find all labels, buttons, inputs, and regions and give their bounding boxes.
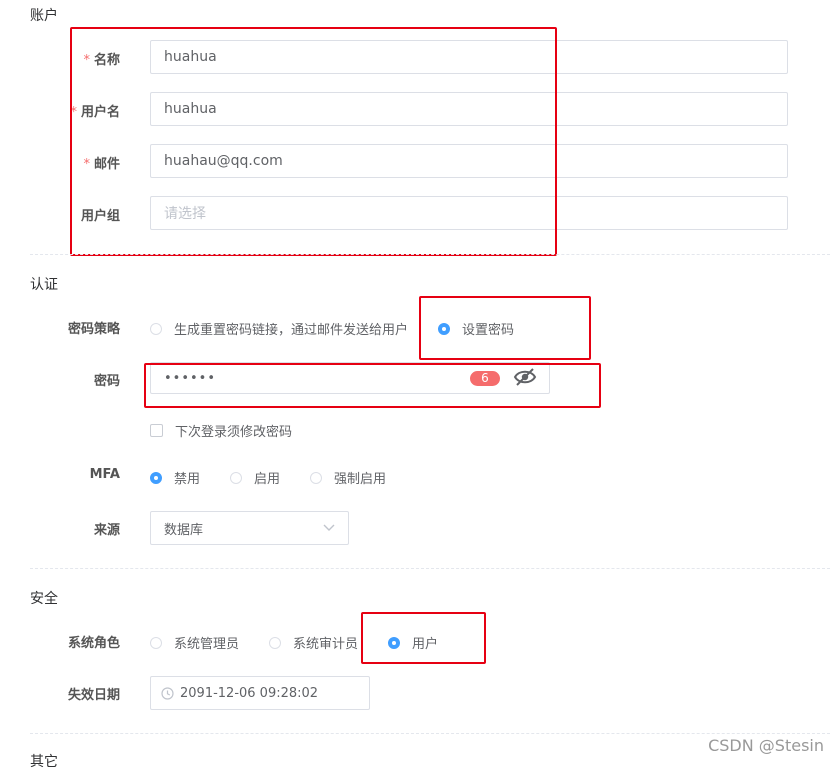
radio-mfa-forced[interactable]: 强制启用 xyxy=(310,468,386,487)
radio-policy-set-label: 设置密码 xyxy=(462,323,515,338)
clock-icon xyxy=(161,686,174,700)
username-input[interactable]: huahua xyxy=(150,92,788,126)
radio-circle xyxy=(230,471,242,484)
radio-role-admin-label: 系统管理员 xyxy=(174,637,240,652)
name-label-text: 名称 xyxy=(93,53,120,68)
password-label: 密码 xyxy=(93,374,120,389)
radio-policy-set[interactable]: 设置密码 xyxy=(438,319,514,338)
divider xyxy=(30,733,830,734)
required-mark: * xyxy=(83,157,90,172)
expire-date-value: 2091-12-06 09:28:02 xyxy=(180,685,319,701)
name-label: * 名称 xyxy=(40,49,120,68)
email-input[interactable]: huahau@qq.com xyxy=(150,144,788,178)
email-label-text: 邮件 xyxy=(93,157,120,172)
section-title-account: 账户 xyxy=(30,8,58,24)
divider xyxy=(30,568,830,569)
radio-mfa-enabled-label: 启用 xyxy=(254,472,281,487)
source-label: 来源 xyxy=(93,523,120,538)
group-select[interactable]: 请选择 xyxy=(150,196,788,230)
section-title-security: 安全 xyxy=(30,591,58,607)
source-select[interactable]: 数据库 xyxy=(150,511,349,545)
username-label-text: 用户名 xyxy=(80,105,120,120)
name-input-value: huahua xyxy=(164,49,217,65)
password-policy-label: 密码策略 xyxy=(67,322,120,337)
radio-role-user[interactable]: 用户 xyxy=(388,633,438,652)
eye-off-icon[interactable] xyxy=(513,366,537,388)
username-label: * 用户名 xyxy=(40,101,120,120)
radio-circle xyxy=(269,636,281,649)
chevron-down-icon xyxy=(323,520,335,536)
radio-mfa-enabled[interactable]: 启用 xyxy=(230,468,280,487)
source-select-value: 数据库 xyxy=(164,522,204,538)
radio-policy-link-label: 生成重置密码链接，通过邮件发送给用户 xyxy=(174,323,409,338)
checkbox-box xyxy=(150,424,163,437)
radio-circle xyxy=(150,322,162,335)
email-label: * 邮件 xyxy=(40,153,120,172)
must-change-password-label: 下次登录须修改密码 xyxy=(175,425,293,440)
divider xyxy=(30,254,830,255)
group-label: 用户组 xyxy=(80,209,120,224)
mfa-label: MFA xyxy=(89,467,120,482)
radio-mfa-disabled-label: 禁用 xyxy=(174,472,201,487)
radio-circle xyxy=(150,636,162,649)
group-select-placeholder: 请选择 xyxy=(164,206,206,222)
required-mark: * xyxy=(70,105,77,120)
radio-role-auditor[interactable]: 系统审计员 xyxy=(269,633,358,652)
radio-role-admin[interactable]: 系统管理员 xyxy=(150,633,239,652)
watermark: CSDN @Stesin xyxy=(708,736,824,755)
radio-circle-checked xyxy=(388,636,400,649)
radio-mfa-disabled[interactable]: 禁用 xyxy=(150,468,200,487)
password-length-badge: 6 xyxy=(470,371,500,386)
radio-circle xyxy=(310,471,322,484)
radio-circle-checked xyxy=(150,471,162,484)
radio-mfa-forced-label: 强制启用 xyxy=(334,472,387,487)
radio-circle-checked xyxy=(438,322,450,335)
section-title-other: 其它 xyxy=(30,754,58,770)
must-change-password-checkbox[interactable]: 下次登录须修改密码 xyxy=(150,421,292,440)
username-input-value: huahua xyxy=(164,101,217,117)
expire-date-label: 失效日期 xyxy=(67,688,120,703)
email-input-value: huahau@qq.com xyxy=(164,153,283,169)
password-input-value: •••••• xyxy=(164,370,217,386)
radio-policy-link[interactable]: 生成重置密码链接，通过邮件发送给用户 xyxy=(150,319,408,338)
radio-role-user-label: 用户 xyxy=(412,637,439,652)
radio-role-auditor-label: 系统审计员 xyxy=(293,637,359,652)
section-title-auth: 认证 xyxy=(30,277,58,293)
expire-date-picker[interactable]: 2091-12-06 09:28:02 xyxy=(150,676,370,710)
name-input[interactable]: huahua xyxy=(150,40,788,74)
system-role-label: 系统角色 xyxy=(67,636,120,651)
required-mark: * xyxy=(83,53,90,68)
